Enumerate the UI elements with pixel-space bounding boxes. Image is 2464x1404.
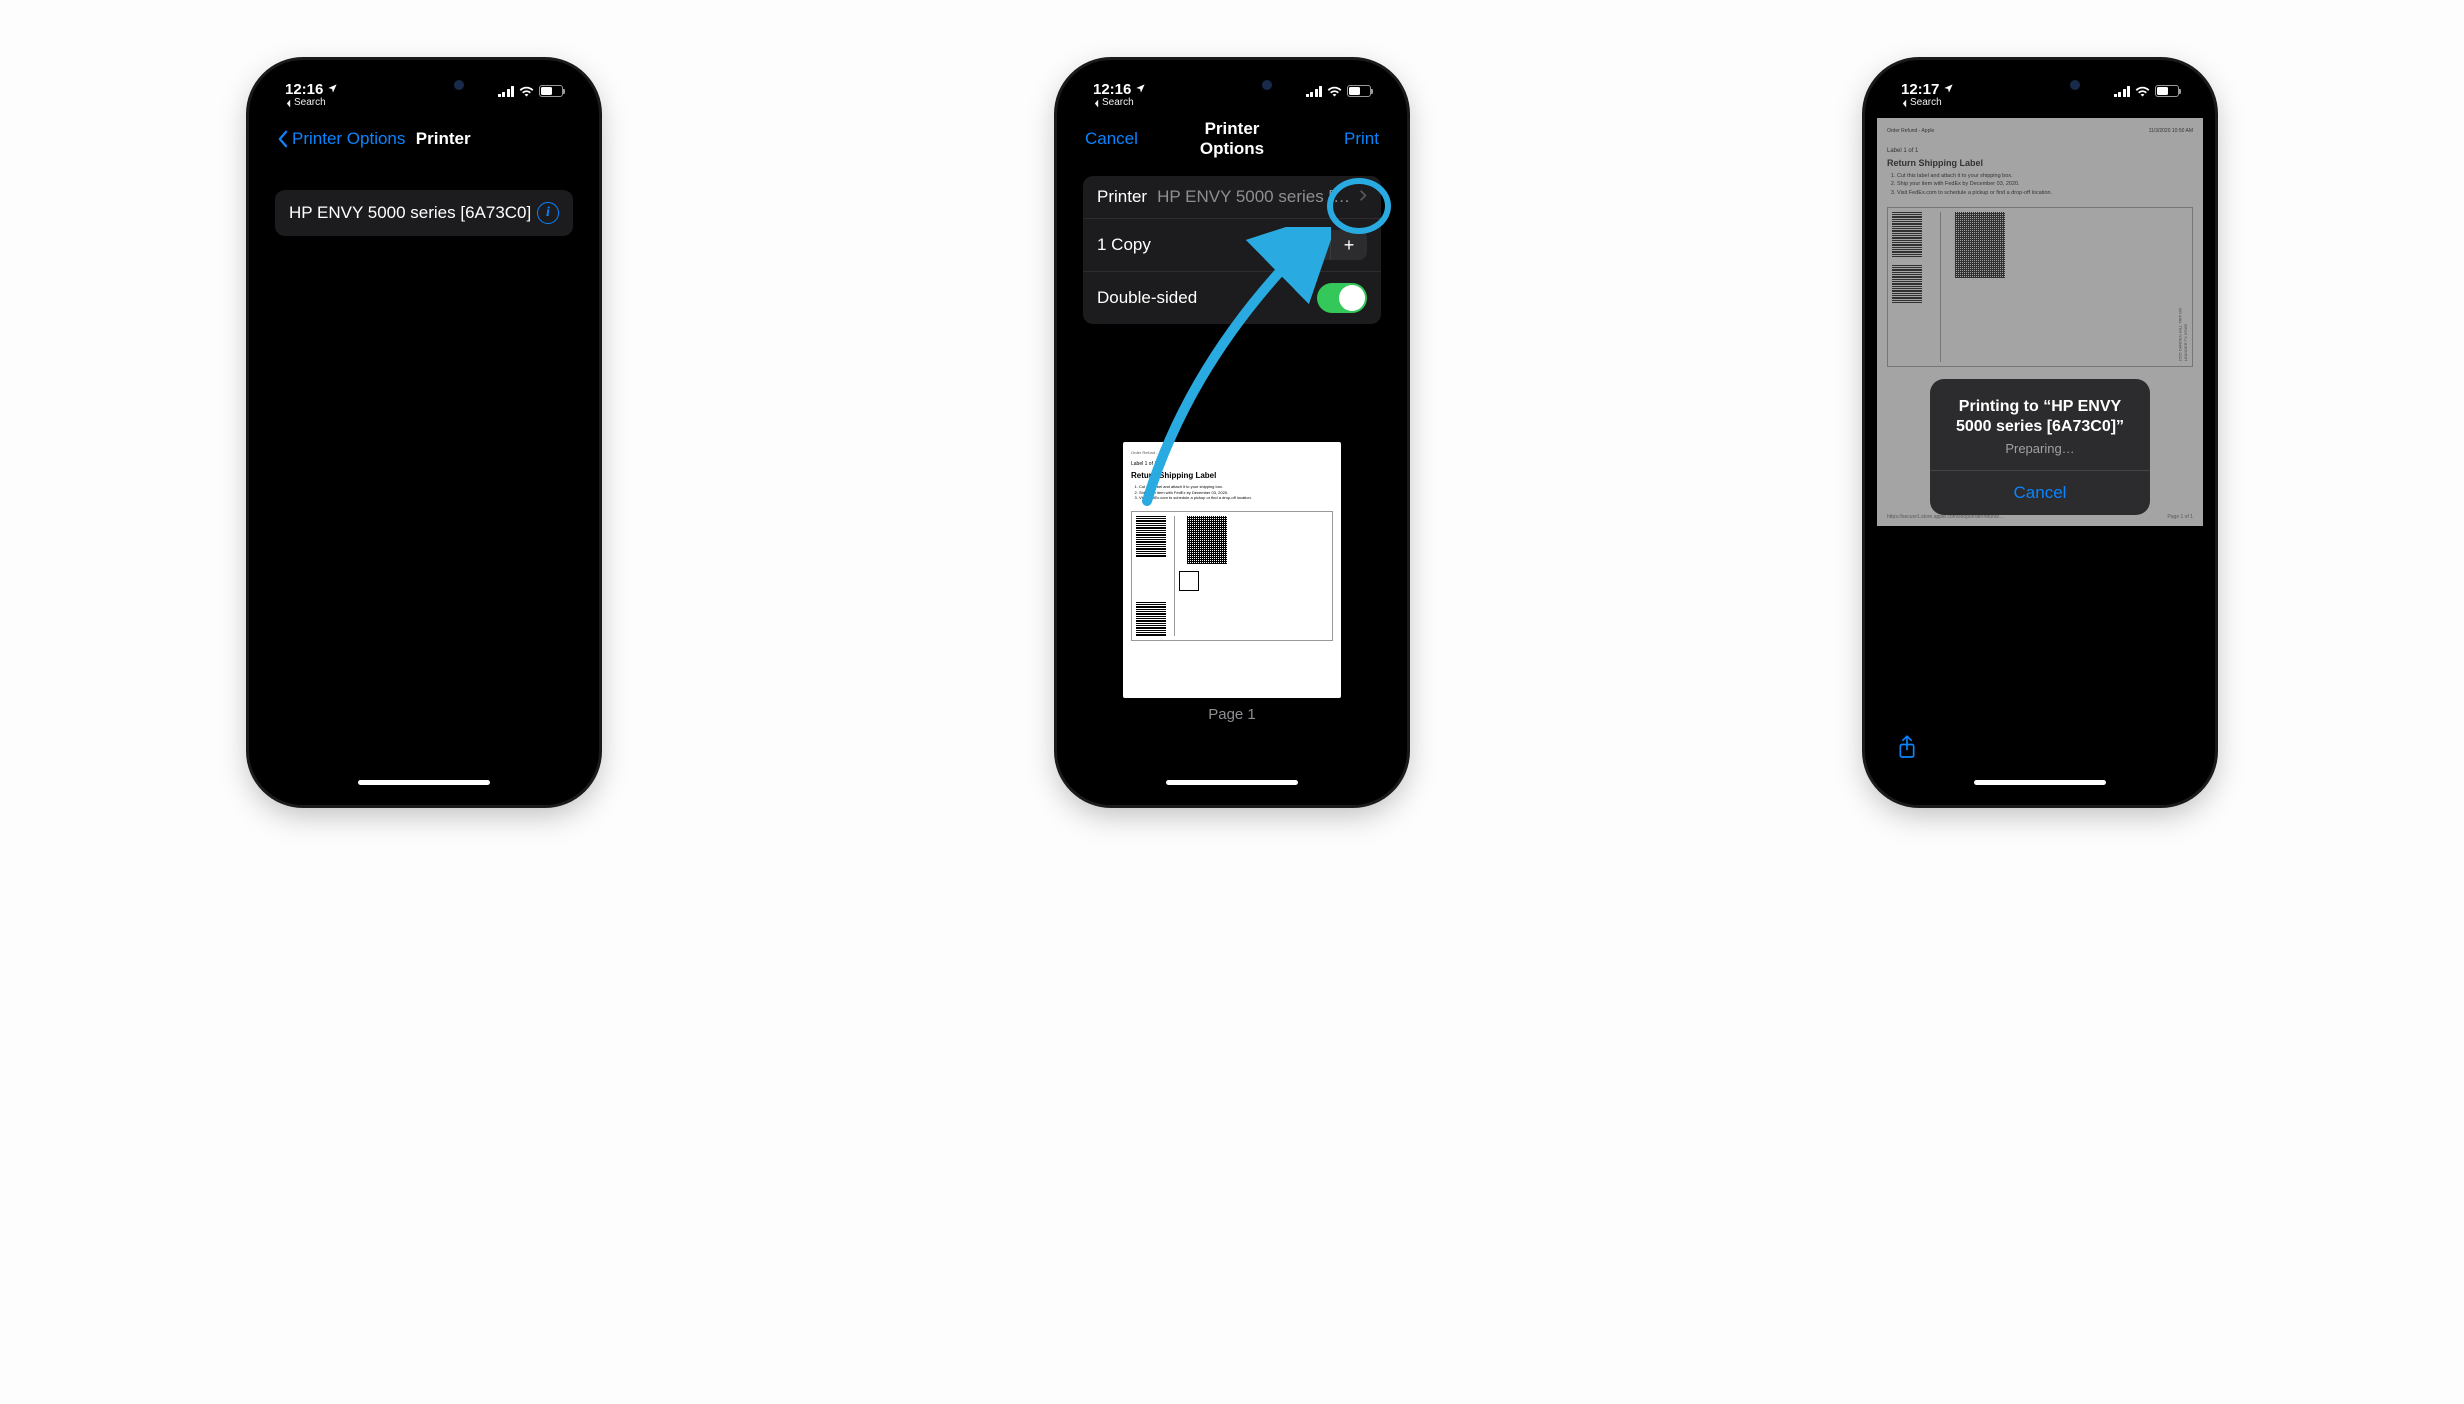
notch [349,72,499,98]
phone-3: 12:17 Search Done Order Refund - Apple [1865,60,2215,805]
double-sided-toggle[interactable] [1317,283,1367,313]
location-icon [1943,82,1954,98]
alert-cancel-button[interactable]: Cancel [1930,470,2150,515]
breadcrumb-back[interactable]: Search [1093,98,1146,109]
shipping-label-graphic [1131,511,1333,641]
double-sided-row: Double-sided [1083,272,1381,324]
nav-back-button[interactable]: Printer Options [277,129,405,149]
cancel-button[interactable]: Cancel [1085,129,1175,149]
home-indicator[interactable] [1974,780,2106,785]
copies-row: 1 Copy − + [1083,219,1381,272]
status-time: 12:16 [285,82,323,98]
preview-page-label: Page 1 [1123,706,1341,723]
nav-bar: Printer Options Printer [261,116,587,162]
phone-2: 12:16 Search Cancel Printer Options Prin [1057,60,1407,805]
printer-row-value: HP ENVY 5000 series [6A73C0] [1157,187,1353,207]
alert-title: Printing to “HP ENVY 5000 series [6A73C0… [1944,397,2136,437]
status-time: 12:17 [1901,82,1939,98]
wifi-icon [2135,86,2150,97]
stepper-minus-button[interactable]: − [1295,230,1331,260]
battery-icon [539,85,563,97]
preview-doc-title: Return Shipping Label [1131,471,1333,480]
printer-cell[interactable]: HP ENVY 5000 series [6A73C0] i [275,190,573,236]
double-sided-label: Double-sided [1097,288,1197,308]
print-settings-group: Printer HP ENVY 5000 series [6A73C0] 1 C… [1083,176,1381,324]
alert-subtitle: Preparing… [1944,441,2136,456]
battery-icon [1347,85,1371,97]
screen-3: 12:17 Search Done Order Refund - Apple [1877,72,2203,793]
nav-title: Printer Options [1175,119,1289,159]
print-button[interactable]: Print [1289,129,1379,149]
location-icon [327,82,338,98]
screen-1: 12:16 Search Printer Options [261,72,587,793]
nav-title: Printer [405,129,481,149]
printing-alert: Printing to “HP ENVY 5000 series [6A73C0… [1930,379,2150,515]
signal-icon [2114,86,2131,97]
nav-bar: Cancel Printer Options Print [1069,116,1395,162]
home-indicator[interactable] [358,780,490,785]
notch [1965,72,2115,98]
printer-name: HP ENVY 5000 series [6A73C0] [289,203,531,223]
info-icon[interactable]: i [537,202,559,224]
copies-label: 1 Copy [1097,235,1151,255]
share-icon[interactable] [1897,734,1917,765]
notch [1157,72,1307,98]
status-time: 12:16 [1093,82,1131,98]
screen-2: 12:16 Search Cancel Printer Options Prin [1069,72,1395,793]
chevron-right-icon [1359,187,1367,207]
toolbar [1877,727,2203,771]
nav-back-label: Printer Options [292,129,405,149]
printer-row[interactable]: Printer HP ENVY 5000 series [6A73C0] [1083,176,1381,219]
breadcrumb-back[interactable]: Search [1901,98,1954,109]
stepper-plus-button[interactable]: + [1331,230,1367,260]
battery-icon [2155,85,2179,97]
phone-1: 12:16 Search Printer Options [249,60,599,805]
breadcrumb-back[interactable]: Search [285,98,338,109]
copies-stepper[interactable]: − + [1295,230,1367,260]
signal-icon [1306,86,1323,97]
signal-icon [498,86,515,97]
print-preview[interactable]: Order Refund - Apple Label 1 of 1 Return… [1123,442,1341,723]
wifi-icon [1327,86,1342,97]
location-icon [1135,82,1146,98]
wifi-icon [519,86,534,97]
chevron-left-icon [277,130,288,148]
preview-step: Visit FedEx.com to schedule a pickup or … [1139,495,1333,501]
home-indicator[interactable] [1166,780,1298,785]
printer-row-label: Printer [1097,187,1147,207]
